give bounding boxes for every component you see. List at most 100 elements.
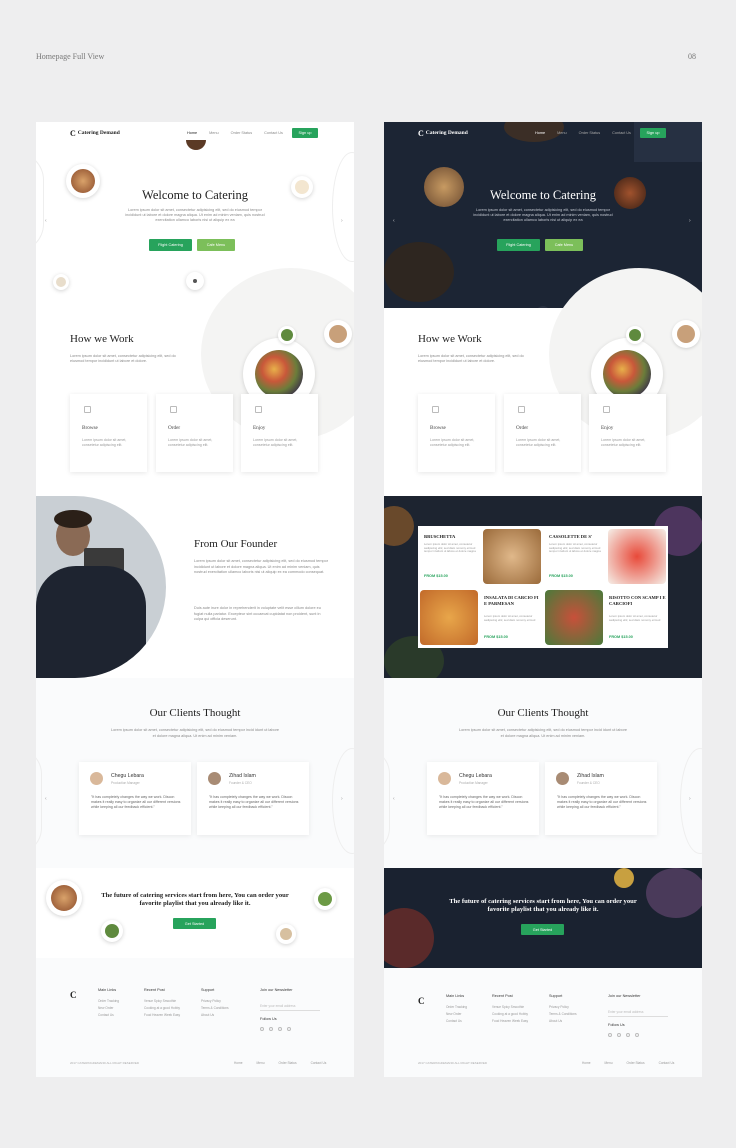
logo-mark-icon: C <box>70 128 76 138</box>
card-title: Enjoy <box>601 425 614 431</box>
newsletter-input[interactable]: Enter your email address <box>260 1004 320 1011</box>
how-we-work-section: How we Work Lorem ipsum dolor sit amet, … <box>384 268 702 496</box>
nav-contact[interactable]: Contact Us <box>264 131 283 135</box>
hero-next-icon[interactable]: › <box>689 218 691 224</box>
how-we-work-section: How we Work Lorem ipsum dolor sit amet, … <box>36 268 354 496</box>
enjoy-icon <box>603 406 610 413</box>
card-text: Lorem ipsum dolor sit amet, consetetur a… <box>168 438 213 447</box>
card-title: Enjoy <box>253 425 266 431</box>
pinterest-icon[interactable] <box>635 1033 639 1037</box>
nav-menu[interactable]: Menu <box>557 131 567 135</box>
logo[interactable]: C Catering Demand <box>418 129 468 138</box>
get-started-button[interactable]: Get Started <box>521 924 564 935</box>
logo[interactable]: C Catering Demand <box>70 129 120 138</box>
founder-title: From Our Founder <box>194 538 278 550</box>
cta-section: The future of catering services start fr… <box>384 868 702 968</box>
logo-mark-icon: C <box>418 128 424 138</box>
instagram-icon[interactable] <box>626 1033 630 1037</box>
clients-text: Lorem ipsum dolor sit amet, consectetur … <box>459 728 627 738</box>
card-browse[interactable]: Browse Lorem ipsum dolor sit amet, conset… <box>70 394 147 472</box>
flight-catering-button[interactable]: Flight Catering <box>149 239 192 251</box>
how-text: Lorem ipsum dolor sit amet, consectetur … <box>418 354 524 363</box>
enjoy-icon <box>255 406 262 413</box>
hero-next-icon[interactable]: › <box>341 218 343 224</box>
footer-logo-icon: C <box>70 990 77 1000</box>
card-enjoy[interactable]: Enjoy Lorem ipsum dolor sit amet, consete… <box>241 394 318 472</box>
scroll-down-icon[interactable] <box>186 272 204 290</box>
twitter-icon[interactable] <box>269 1027 273 1031</box>
social-icons <box>260 1027 291 1031</box>
browse-icon <box>432 406 439 413</box>
facebook-icon[interactable] <box>260 1027 264 1031</box>
founder-paragraph-2: Duis aute irure dolor in reprehenderit i… <box>194 606 321 622</box>
menu-item-name: INSALATA DI CARCIO FI E PARMESAN <box>484 595 539 606</box>
homepage-dark: C Catering Demand Home Menu Order Status … <box>384 122 702 1077</box>
nav-contact[interactable]: Contact Us <box>612 131 631 135</box>
flight-catering-button[interactable]: Flight Catering <box>497 239 540 251</box>
hero-prev-icon[interactable]: ‹ <box>45 218 47 224</box>
card-order[interactable]: Order Lorem ipsum dolor sit amet, consete… <box>156 394 233 472</box>
footer: C Main Links Order Tracking New Order Conta… <box>384 968 702 1077</box>
footer-logo-icon: C <box>418 996 425 1006</box>
founder-paragraph-1: Lorem ipsum dolor sit amet, consectetur … <box>194 559 329 575</box>
browse-icon <box>84 406 91 413</box>
signup-button[interactable]: Sign up <box>292 128 318 138</box>
card-browse[interactable]: Browse Lorem ipsum dolor sit amet, conset… <box>418 394 495 472</box>
hero-prev-icon[interactable]: ‹ <box>393 218 395 224</box>
order-icon <box>170 406 177 413</box>
pinterest-icon[interactable] <box>287 1027 291 1031</box>
testimonial-role: Founder & CEO <box>577 781 600 785</box>
menu-item-text: Lorem ipsum dolor sit amet, consetetur s… <box>484 614 536 622</box>
menu-item[interactable]: CASSOLETTE DE S' Lorem ipsum dolor sit am… <box>543 526 668 587</box>
nav-links: Home Menu Order Status Contact Us <box>535 131 643 135</box>
cafe-menu-button[interactable]: Cafe Menu <box>197 239 235 251</box>
salad-image <box>314 888 336 910</box>
navbar: C Catering Demand Home Menu Order Status … <box>384 122 702 144</box>
clients-prev-icon[interactable]: ‹ <box>45 796 47 802</box>
clients-next-icon[interactable]: › <box>341 796 343 802</box>
get-started-button[interactable]: Get Started <box>173 918 216 929</box>
testimonial-name: Chegu Lebara <box>459 773 492 779</box>
card-text: Lorem ipsum dolor sit amet, consetetur a… <box>430 438 475 447</box>
menu-item-image <box>483 529 541 584</box>
logo-text: Catering Demand <box>77 130 120 136</box>
card-enjoy[interactable]: Enjoy Lorem ipsum dolor sit amet, consete… <box>589 394 666 472</box>
how-text: Lorem ipsum dolor sit amet, consectetur … <box>70 354 176 363</box>
menu-item[interactable]: BRUSCHETTA Lorem ipsum dolor sit amet, co… <box>418 526 543 587</box>
menu-item-price: FROM $15.00 <box>424 574 448 578</box>
testimonial-role: Production Manager <box>111 781 140 785</box>
nav-order-status[interactable]: Order Status <box>579 131 601 135</box>
cta-text: The future of catering services start fr… <box>449 898 637 913</box>
signup-button[interactable]: Sign up <box>640 128 666 138</box>
cafe-menu-button[interactable]: Cafe Menu <box>545 239 583 251</box>
logo-text: Catering Demand <box>425 130 468 136</box>
avatar <box>90 772 103 785</box>
menu-item-image <box>608 529 666 584</box>
follow-us-label: Follow Us <box>608 1023 625 1027</box>
nav-home[interactable]: Home <box>535 131 545 135</box>
hero-title: Welcome to Catering <box>142 188 248 202</box>
instagram-icon[interactable] <box>278 1027 282 1031</box>
hero-title: Welcome to Catering <box>490 188 596 202</box>
menu-item[interactable]: INSALATA DI CARCIO FI E PARMESAN Lorem ip… <box>418 587 543 648</box>
clients-prev-icon[interactable]: ‹ <box>393 796 395 802</box>
nav-menu[interactable]: Menu <box>209 131 219 135</box>
avatar <box>556 772 569 785</box>
twitter-icon[interactable] <box>617 1033 621 1037</box>
card-title: Order <box>516 425 529 431</box>
clients-title: Our Clients Thought <box>149 707 241 719</box>
card-order[interactable]: Order Lorem ipsum dolor sit amet, consete… <box>504 394 581 472</box>
nav-order-status[interactable]: Order Status <box>231 131 253 135</box>
clients-next-icon[interactable]: › <box>689 796 691 802</box>
menu-card: BRUSCHETTA Lorem ipsum dolor sit amet, co… <box>418 526 668 648</box>
footer-col-recent: Recent Post Venue Spicy Smoothie Cooking a… <box>144 988 181 1017</box>
nav-home[interactable]: Home <box>187 131 197 135</box>
facebook-icon[interactable] <box>608 1033 612 1037</box>
menu-section: BRUSCHETTA Lorem ipsum dolor sit amet, co… <box>384 496 702 678</box>
menu-item[interactable]: RISOTTO CON SCAMP I E CARCIOFI Lorem ipsu… <box>543 587 668 648</box>
newsletter-input[interactable]: Enter your email address <box>608 1010 668 1017</box>
cta-section: The future of catering services start fr… <box>36 868 354 958</box>
footer-col-support: Support Privacy Policy Terms & Conditions A… <box>549 994 577 1023</box>
cup-image <box>276 924 296 944</box>
food-top-image <box>186 140 206 150</box>
